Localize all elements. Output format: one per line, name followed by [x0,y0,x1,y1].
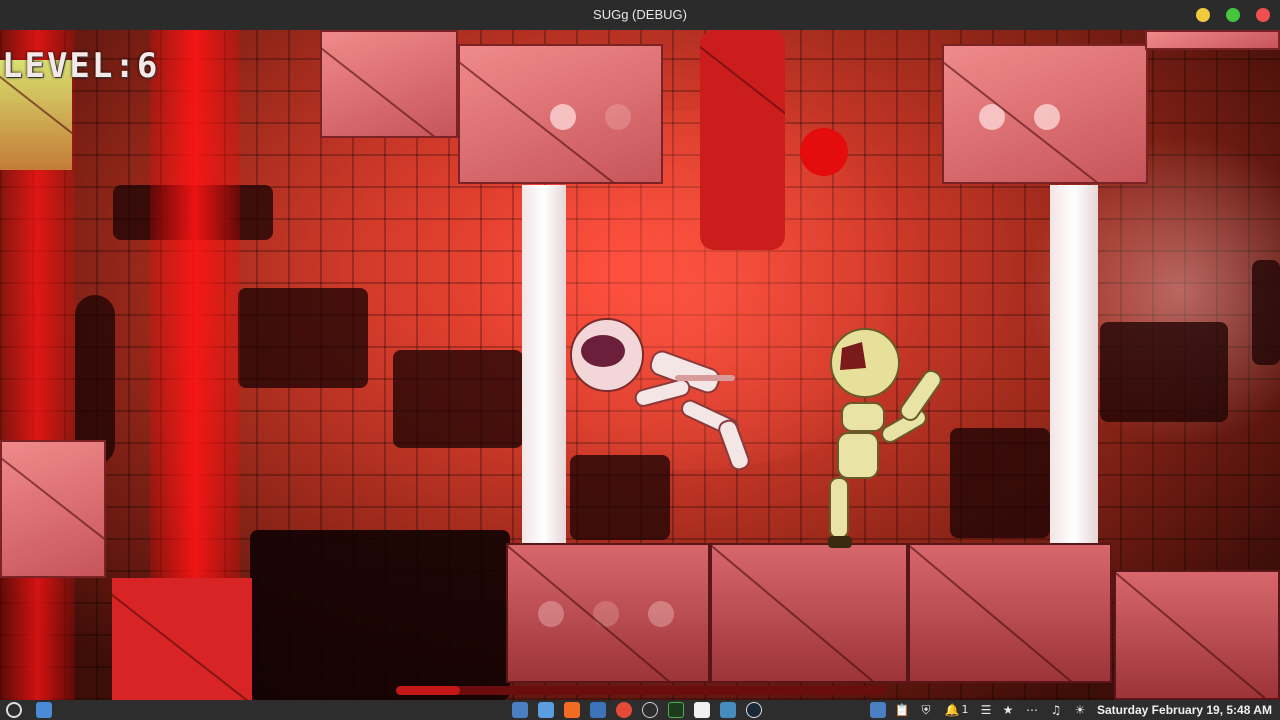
wall-block [0,440,106,578]
tray-screenshot-icon[interactable] [870,702,886,718]
player-robot [828,328,942,548]
crusher-light [1034,104,1060,130]
wall-segment [1100,322,1228,422]
wall-segment [1252,260,1280,365]
wall-segment [393,350,523,448]
window-title: SUGg (DEBUG) [593,7,687,22]
crusher-light [550,104,576,130]
floor-block [710,543,908,683]
enemy-ragdoll [570,318,750,471]
clipboard-icon[interactable]: 📋 [894,701,910,719]
crusher-block [942,44,1148,184]
music-note-icon[interactable]: ♫ [1048,701,1064,719]
window-titlebar: SUGg (DEBUG) [0,0,1280,30]
file-manager-icon[interactable] [36,702,52,718]
terminal-icon[interactable] [668,702,684,718]
screenshot-tool-icon[interactable] [590,702,606,718]
crusher-light [605,104,631,130]
floor-block [908,543,1112,683]
disc-icon[interactable] [642,702,658,718]
network-icon[interactable]: ⋯ [1024,701,1040,719]
crusher-block [458,44,663,184]
health-bar [396,686,886,695]
menu-icon[interactable] [6,702,22,718]
maximize-button[interactable] [1226,8,1240,22]
ceiling-block [1145,30,1280,50]
notification-count: 1 [961,703,969,716]
close-button[interactable] [1256,8,1270,22]
crusher-piston [1050,185,1098,543]
crusher-light [979,104,1005,130]
document-icon[interactable]: ☰ [978,701,994,719]
wall-segment [250,530,510,700]
floor-light [648,601,674,627]
laser-emitter-base [112,578,252,700]
folder-icon[interactable] [538,702,554,718]
hanging-red-ball [800,128,848,176]
star-icon[interactable]: ★ [1000,701,1016,719]
notification-bell-icon[interactable]: 🔔 [944,701,960,719]
ceiling-block [320,30,458,138]
wall-segment [238,288,368,388]
floor-light [593,601,619,627]
level-indicator: LEVEL:6 [2,46,160,86]
game-viewport[interactable]: LEVEL:6 [0,30,1280,700]
taskbar: 📋 ⛨ 🔔 1 ☰ ★ ⋯ ♫ ☀ Saturday February 19, … [0,700,1280,720]
shield-icon[interactable]: ⛨ [918,701,934,719]
floor-light [538,601,564,627]
steam-icon[interactable] [746,702,762,718]
minimize-button[interactable] [1196,8,1210,22]
screenshot-icon[interactable] [512,702,528,718]
wall-segment [950,428,1050,538]
floor-block [506,543,710,683]
background-block [700,30,785,250]
brightness-icon[interactable]: ☀ [1072,701,1088,719]
godot-icon[interactable] [720,702,736,718]
taskbar-clock[interactable]: Saturday February 19, 5:48 AM [1097,700,1272,720]
health-bar-fill [396,686,460,695]
chrome-icon[interactable] [616,702,632,718]
crusher-piston [522,185,566,543]
floor-block [1114,570,1280,700]
music-app-icon[interactable] [694,702,710,718]
brave-browser-icon[interactable] [564,702,580,718]
